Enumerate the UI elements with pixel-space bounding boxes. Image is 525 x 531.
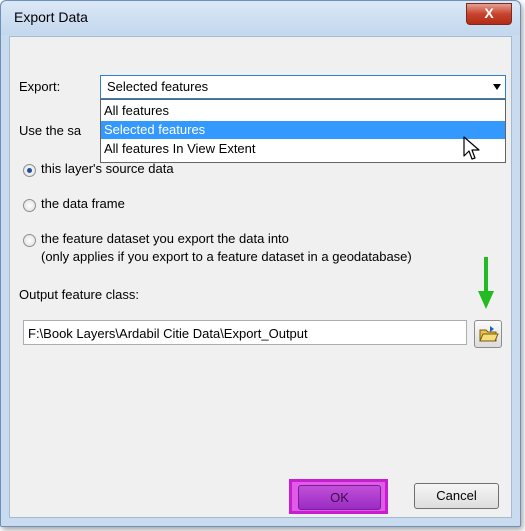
- export-combobox[interactable]: Selected features: [100, 75, 506, 99]
- open-folder-icon: [479, 326, 499, 342]
- close-button[interactable]: X: [466, 3, 512, 25]
- dialog-title: Export Data: [14, 9, 88, 25]
- export-label: Export:: [19, 79, 61, 94]
- radio-data-frame[interactable]: [23, 199, 36, 212]
- coordinate-system-label: Use the sa: [19, 123, 82, 138]
- title-bar[interactable]: Export Data X: [1, 1, 520, 35]
- ok-button[interactable]: OK: [298, 485, 381, 510]
- cancel-button[interactable]: Cancel: [414, 483, 499, 509]
- chevron-down-icon[interactable]: [493, 84, 501, 90]
- output-feature-class-label: Output feature class:: [19, 287, 139, 302]
- radio-data-frame-label: the data frame: [41, 196, 125, 211]
- browse-button[interactable]: [474, 320, 502, 348]
- radio-feature-dataset-label: the feature dataset you export the data …: [41, 231, 289, 246]
- dropdown-option-all-features[interactable]: All features: [101, 102, 505, 120]
- export-data-dialog: Export Data X Export: Selected features …: [0, 0, 521, 527]
- radio-selected-dot: [27, 168, 32, 173]
- ok-highlight: OK: [289, 479, 388, 514]
- feature-dataset-note: (only applies if you export to a feature…: [41, 249, 412, 264]
- output-path-input[interactable]: F:\Book Layers\Ardabil Citie Data\Export…: [23, 320, 467, 345]
- dropdown-option-view-extent[interactable]: All features In View Extent: [101, 140, 505, 158]
- radio-layer-source[interactable]: [23, 164, 36, 177]
- export-combobox-value: Selected features: [101, 76, 479, 98]
- dropdown-option-selected-features[interactable]: Selected features: [101, 121, 505, 139]
- radio-feature-dataset[interactable]: [23, 234, 36, 247]
- radio-layer-source-label: this layer's source data: [41, 161, 174, 176]
- annotation-arrow-icon: [478, 257, 494, 309]
- export-dropdown-list: All features Selected features All featu…: [100, 99, 506, 163]
- mouse-cursor-icon: [463, 136, 480, 160]
- dialog-body: Export: Selected features Use the sa thi…: [9, 36, 512, 518]
